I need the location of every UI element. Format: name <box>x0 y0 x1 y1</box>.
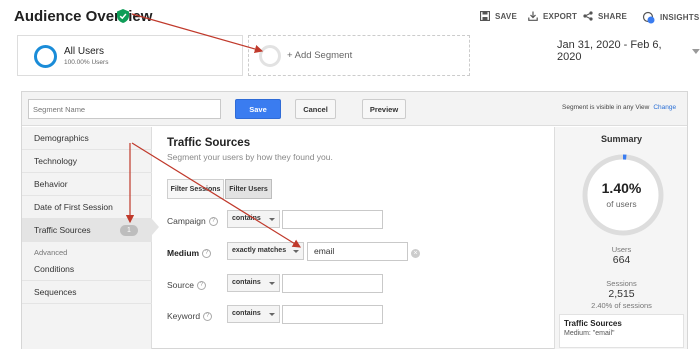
share-label: SHARE <box>598 11 628 21</box>
change-visibility-link[interactable]: Change <box>653 104 676 111</box>
report-header: Audience Overview SAVE EXPORT SHARE INSI… <box>0 0 700 32</box>
save-report-label: SAVE <box>495 11 517 21</box>
campaign-value-input[interactable] <box>282 210 383 229</box>
keyword-operator-value: contains <box>232 310 261 317</box>
campaign-label: Campaign? <box>167 216 218 227</box>
menu-item-label: Traffic Sources <box>34 225 91 235</box>
visibility-text: Segment is visible in any View <box>562 104 650 111</box>
sessions-percentage: 2.40% of sessions <box>591 301 652 310</box>
segment-name: All Users <box>64 46 105 57</box>
medium-operator-value: exactly matches <box>232 247 287 254</box>
date-range-label: Jan 31, 2020 - Feb 6, 2020 <box>557 39 662 63</box>
campaign-operator-value: contains <box>232 215 261 222</box>
insights-label: INSIGHTS <box>660 13 700 22</box>
medium-value-input[interactable]: email <box>307 242 408 261</box>
filter-sessions-toggle[interactable]: Filter Sessions <box>167 179 224 199</box>
share-button[interactable]: SHARE <box>583 11 627 21</box>
sessions-value: 2,515 <box>608 288 635 300</box>
help-icon[interactable]: ? <box>196 281 206 291</box>
users-label: Users <box>611 245 632 254</box>
segment-category-menu: Demographics Technology Behavior Date of… <box>22 127 152 349</box>
empty-segment-ring-icon <box>259 45 281 67</box>
menu-item-traffic-sources[interactable]: Traffic Sources 1 <box>22 219 152 242</box>
clear-condition-icon[interactable]: × <box>411 249 420 258</box>
condition-count-badge: 1 <box>120 225 138 236</box>
keyword-value-input[interactable] <box>282 305 383 324</box>
cancel-button[interactable]: Cancel <box>295 99 336 119</box>
segment-editor: Save Cancel Preview Segment is visible i… <box>21 91 688 349</box>
visibility-note: Segment is visible in any View Change <box>562 104 676 111</box>
export-button[interactable]: EXPORT <box>528 11 577 21</box>
condition-summary-desc: Medium: "email" <box>564 330 615 337</box>
editor-toolbar: Save Cancel Preview Segment is visible i… <box>22 92 687 126</box>
summary-title: Summary <box>600 134 643 144</box>
save-segment-button[interactable]: Save <box>235 99 281 119</box>
export-label: EXPORT <box>543 11 578 21</box>
preview-button[interactable]: Preview <box>362 99 406 119</box>
source-label: Source? <box>167 280 206 291</box>
menu-item-behavior[interactable]: Behavior <box>22 173 152 196</box>
help-icon[interactable]: ? <box>202 249 212 259</box>
users-value: 664 <box>612 254 631 266</box>
menu-item-sequences[interactable]: Sequences <box>22 281 152 304</box>
menu-item-technology[interactable]: Technology <box>22 150 152 173</box>
active-item-pointer <box>152 219 159 235</box>
caret-down-icon <box>269 313 275 316</box>
insights-icon <box>642 11 655 24</box>
keyword-operator-select[interactable]: contains <box>227 305 280 323</box>
save-report-button[interactable]: SAVE <box>480 11 517 21</box>
export-icon <box>528 11 538 21</box>
save-icon <box>480 11 490 21</box>
condition-summary-title: Traffic Sources <box>564 319 622 328</box>
medium-label-text: Medium <box>167 248 200 258</box>
insights-button[interactable]: INSIGHTS <box>642 11 699 24</box>
keyword-label-text: Keyword <box>167 311 201 321</box>
help-icon[interactable]: ? <box>208 217 218 227</box>
help-icon[interactable]: ? <box>203 312 213 322</box>
campaign-label-text: Campaign <box>167 216 206 226</box>
sessions-label: Sessions <box>606 279 637 288</box>
campaign-operator-select[interactable]: contains <box>227 210 280 228</box>
source-operator-select[interactable]: contains <box>227 274 280 292</box>
verified-shield-icon <box>117 9 129 23</box>
menu-item-conditions[interactable]: Conditions <box>22 258 152 281</box>
add-segment-label: + Add Segment <box>287 50 353 61</box>
date-range-picker[interactable]: Jan 31, 2020 - Feb 6, 2020 <box>557 39 700 63</box>
segment-ring-icon <box>34 45 57 68</box>
summary-panel: Summary 1.40% of users Users 664 Session… <box>554 127 687 349</box>
chevron-down-icon <box>692 48 700 54</box>
source-operator-value: contains <box>232 279 261 286</box>
add-segment-button[interactable]: + Add Segment <box>248 35 470 76</box>
source-label-text: Source <box>167 280 194 290</box>
source-value-input[interactable] <box>282 274 383 293</box>
segment-bar: All Users 100.00% Users + Add Segment <box>15 35 471 77</box>
segment-card-all-users[interactable]: All Users 100.00% Users <box>17 35 243 76</box>
keyword-label: Keyword? <box>167 311 213 322</box>
medium-operator-select[interactable]: exactly matches <box>227 242 304 260</box>
section-subtitle: Segment your users by how they found you… <box>167 152 333 162</box>
menu-item-demographics[interactable]: Demographics <box>22 127 152 150</box>
menu-item-date-of-first-session[interactable]: Date of First Session <box>22 196 152 219</box>
condition-summary-box: Traffic Sources Medium: "email" <box>559 314 684 348</box>
users-percentage-label: of users <box>606 199 637 209</box>
caret-down-icon <box>293 250 299 253</box>
filter-users-toggle[interactable]: Filter Users <box>225 179 272 199</box>
caret-down-icon <box>269 282 275 285</box>
segment-percent: 100.00% Users <box>64 59 109 66</box>
advanced-header: Advanced <box>34 248 68 257</box>
section-title: Traffic Sources <box>167 137 251 149</box>
page-title: Audience Overview <box>14 8 153 25</box>
medium-label: Medium? <box>167 248 212 259</box>
segment-name-input[interactable] <box>28 99 221 119</box>
users-percentage-value: 1.40% <box>601 180 642 196</box>
share-icon <box>583 11 593 21</box>
caret-down-icon <box>269 218 275 221</box>
